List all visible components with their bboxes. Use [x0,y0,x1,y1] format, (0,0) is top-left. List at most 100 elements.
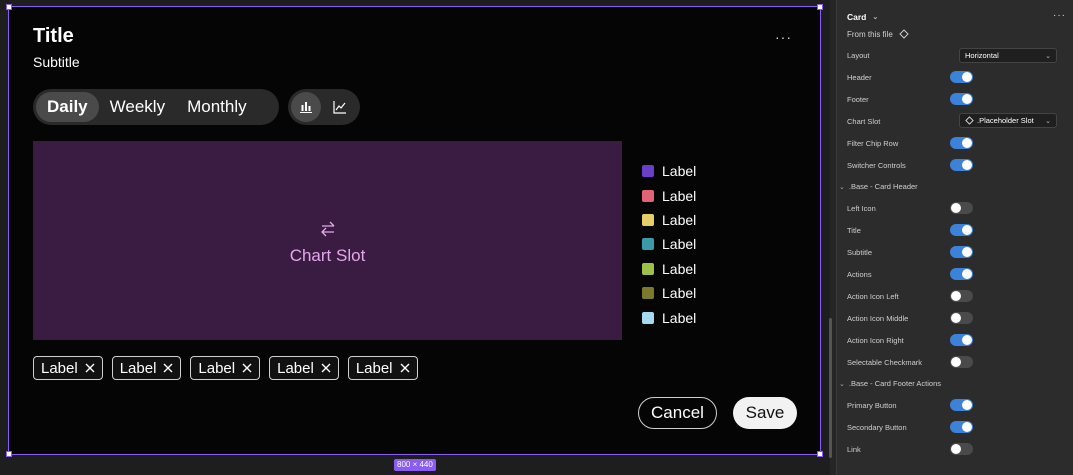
more-options-icon[interactable]: ··· [775,29,792,45]
from-file-label: From this file [847,29,893,39]
secondary-button-toggle[interactable] [950,421,973,433]
legend-item: Label [642,159,696,183]
left-icon-toggle[interactable] [950,202,973,214]
action-icon-left-row: Action Icon Left [847,289,1067,303]
selection-handle-br[interactable] [817,451,823,457]
filter-chip-label: Label [41,359,78,377]
panel-more-icon[interactable]: ··· [1053,10,1066,21]
link-toggle[interactable] [950,443,973,455]
segment-weekly[interactable]: Weekly [99,92,176,122]
action-icon-right-label: Action Icon Right [847,335,904,345]
card-title: Title [33,25,74,47]
card-header-section[interactable]: ⌄ .Base - Card Header [839,182,918,191]
actions-toggle[interactable] [950,268,973,280]
legend-swatch [642,189,654,202]
chevron-down-icon: ⌄ [839,183,845,191]
period-segmented-control: Daily Weekly Monthly [33,89,279,125]
filter-chip-row-label: Filter Chip Row [847,138,899,148]
bar-chart-button[interactable] [291,92,321,122]
header-row: Header [847,70,1067,84]
filter-chip[interactable]: Label [33,356,103,380]
chart-legend: Label Label Label Label Label Label Label [642,159,696,330]
close-icon[interactable] [241,362,253,374]
actions-label: Actions [847,269,872,279]
action-icon-left-toggle[interactable] [950,290,973,302]
frame-size-badge: 800 × 440 [394,459,436,471]
switcher-controls-toggle[interactable] [950,159,973,171]
close-icon[interactable] [162,362,174,374]
subtitle-toggle[interactable] [950,246,973,258]
card-frame[interactable]: Title Subtitle ··· Daily Weekly Monthly [8,6,821,455]
from-file-row[interactable]: From this file [847,29,909,39]
chart-slot[interactable]: Chart Slot [33,141,622,340]
filter-chip[interactable]: Label [111,356,182,380]
selectable-checkmark-row: Selectable Checkmark [847,355,1067,369]
segment-monthly[interactable]: Monthly [176,92,258,122]
close-icon[interactable] [320,362,332,374]
properties-panel: Card ⌄ ··· From this file Layout Horizon… [836,0,1073,475]
design-canvas[interactable]: Title Subtitle ··· Daily Weekly Monthly [0,0,830,475]
close-icon[interactable] [399,362,411,374]
filter-chip-row-toggle[interactable] [950,137,973,149]
action-icon-right-toggle[interactable] [950,334,973,346]
link-row: Link [847,442,1067,456]
legend-item: Label [642,305,696,329]
filter-chip-label: Label [277,359,314,377]
footer-row: Footer [847,92,1067,106]
header-toggle[interactable] [950,71,973,83]
legend-label: Label [662,211,697,228]
line-chart-button[interactable] [325,92,355,122]
selection-handle-bl[interactable] [6,451,12,457]
filter-chip-row-row: Filter Chip Row [847,136,1067,150]
chevron-down-icon: ⌄ [839,380,845,388]
primary-button-toggle[interactable] [950,399,973,411]
filter-chip[interactable]: Label [269,356,339,380]
layout-select[interactable]: Horizontal ⌄ [959,48,1057,63]
filter-chip[interactable]: Label [347,356,418,380]
component-name-dropdown[interactable]: Card ⌄ [847,12,878,22]
legend-label: Label [662,187,697,204]
footer-toggle[interactable] [950,93,973,105]
legend-label: Label [662,236,697,253]
chart-slot-row: Chart Slot .Placeholder Slot ⌄ [847,113,1067,128]
selectable-checkmark-toggle[interactable] [950,356,973,368]
canvas-scrollbar[interactable] [829,318,832,458]
component-diamond-icon [965,116,974,125]
secondary-button-row: Secondary Button [847,420,1067,434]
close-icon[interactable] [84,362,96,374]
card-subtitle: Subtitle [33,54,80,70]
chart-slot-select[interactable]: .Placeholder Slot ⌄ [959,113,1057,128]
filter-chip-row: Label Label Label Label Label [33,356,418,380]
legend-label: Label [662,285,697,302]
chart-slot-label: Chart Slot [847,116,881,126]
component-name: Card [847,12,867,22]
selection-handle-tl[interactable] [6,4,12,10]
legend-item: Label [642,281,696,305]
link-label: Link [847,444,861,454]
card-footer-section[interactable]: ⌄ .Base - Card Footer Actions [839,379,941,388]
filter-chip-label: Label [119,359,157,377]
legend-swatch [642,213,654,226]
action-icon-middle-toggle[interactable] [950,312,973,324]
chevron-down-icon: ⌄ [1045,117,1051,125]
save-button[interactable]: Save [733,397,797,429]
header-label: Header [847,72,872,82]
layout-label: Layout [847,50,870,60]
subtitle-label: Subtitle [847,247,873,257]
title-toggle[interactable] [950,224,973,236]
cancel-button[interactable]: Cancel [638,397,717,429]
filter-chip[interactable]: Label [190,356,261,380]
switcher-controls-row: Switcher Controls [847,158,1067,172]
left-icon-row: Left Icon [847,201,1067,215]
action-icon-left-label: Action Icon Left [847,291,899,301]
legend-swatch [642,238,654,251]
switcher-controls-label: Switcher Controls [847,160,906,170]
action-icon-middle-row: Action Icon Middle [847,311,1067,325]
selection-handle-tr[interactable] [817,4,823,10]
filter-chip-label: Label [198,359,236,377]
layout-row: Layout Horizontal ⌄ [847,48,1067,63]
swap-arrows-icon [320,221,334,236]
segment-daily[interactable]: Daily [36,92,99,122]
chevron-down-icon: ⌄ [872,14,879,21]
legend-swatch [642,262,654,275]
